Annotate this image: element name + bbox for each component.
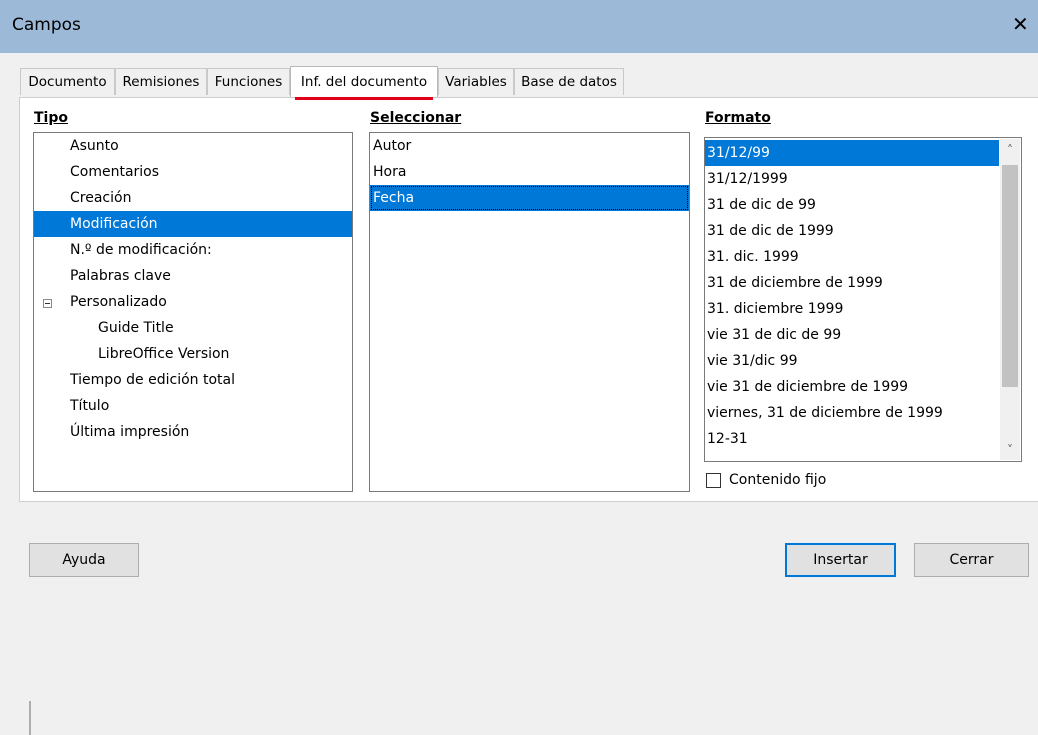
list-item[interactable]: Palabras clave	[34, 263, 352, 289]
insert-button[interactable]: Insertar	[785, 543, 896, 577]
list-item[interactable]: N.º de modificación:	[34, 237, 352, 263]
formato-header: Formato	[705, 110, 771, 126]
list-item[interactable]: 12-31	[705, 426, 999, 452]
list-item[interactable]: 31 de dic de 99	[705, 192, 999, 218]
close-icon[interactable]: ✕	[1012, 12, 1029, 36]
tab-remisiones[interactable]: Remisiones	[115, 68, 207, 95]
insert-button-label: Insertar	[813, 552, 868, 568]
list-item[interactable]: Tiempo de edición total	[34, 367, 352, 393]
active-tab-indicator	[295, 97, 433, 100]
list-item[interactable]: vie 31/dic 99	[705, 348, 999, 374]
close-button[interactable]: Cerrar	[914, 543, 1029, 577]
tab-variables[interactable]: Variables	[438, 68, 514, 95]
list-item[interactable]: Autor	[370, 133, 689, 159]
list-item[interactable]: Asunto	[34, 133, 352, 159]
list-item[interactable]: Última impresión	[34, 419, 352, 445]
list-item[interactable]: viernes, 31 de diciembre de 1999	[705, 400, 999, 426]
close-button-label: Cerrar	[949, 552, 994, 568]
list-item-selected[interactable]: Fecha	[370, 185, 689, 211]
list-item[interactable]: vie 31 de diciembre de 1999	[705, 374, 999, 400]
list-item[interactable]: Título	[34, 393, 352, 419]
contenido-fijo-checkbox[interactable]	[706, 473, 721, 488]
list-item-selected[interactable]: Modificación	[34, 211, 352, 237]
contenido-fijo-label: Contenido fijo	[729, 472, 827, 488]
list-item[interactable]: 31/12/1999	[705, 166, 999, 192]
list-item[interactable]: Hora	[370, 159, 689, 185]
list-item[interactable]: Creación	[34, 185, 352, 211]
formato-scrollbar[interactable]: ˄ ˅	[1000, 139, 1020, 460]
scroll-thumb[interactable]	[1002, 165, 1018, 387]
tab-documento[interactable]: Documento	[20, 68, 115, 95]
list-item-personalizado[interactable]: Personalizado	[34, 289, 352, 315]
list-item-child[interactable]: LibreOffice Version	[34, 341, 352, 367]
tab-base-de-datos[interactable]: Base de datos	[514, 68, 624, 95]
list-item-selected[interactable]: 31/12/99	[705, 140, 999, 166]
formato-list[interactable]: 31/12/99 31/12/1999 31 de dic de 99 31 d…	[704, 137, 1022, 462]
list-item[interactable]: vie 31 de dic de 99	[705, 322, 999, 348]
help-button-label: Ayuda	[62, 552, 106, 568]
list-item-child[interactable]: Guide Title	[34, 315, 352, 341]
list-item[interactable]: 31 de diciembre de 1999	[705, 270, 999, 296]
chevron-up-icon[interactable]: ˄	[1000, 141, 1020, 159]
tab-inf-del-documento[interactable]: Inf. del documento	[290, 66, 438, 97]
unused	[29, 701, 31, 735]
list-item[interactable]: Comentarios	[34, 159, 352, 185]
title-bar: Campos ✕	[0, 0, 1038, 53]
tipo-header: Tipo	[34, 110, 68, 126]
list-item[interactable]: 31. diciembre 1999	[705, 296, 999, 322]
tab-funciones[interactable]: Funciones	[207, 68, 290, 95]
window-title: Campos	[12, 15, 81, 35]
list-item[interactable]: 31 de dic de 1999	[705, 218, 999, 244]
help-button[interactable]: Ayuda	[29, 543, 139, 577]
list-item[interactable]: 31. dic. 1999	[705, 244, 999, 270]
tipo-list[interactable]: Asunto Comentarios Creación Modificación…	[33, 132, 353, 492]
chevron-down-icon[interactable]: ˅	[1000, 441, 1020, 459]
seleccionar-list[interactable]: Autor Hora Fecha	[369, 132, 690, 492]
seleccionar-header: Seleccionar	[370, 110, 462, 126]
